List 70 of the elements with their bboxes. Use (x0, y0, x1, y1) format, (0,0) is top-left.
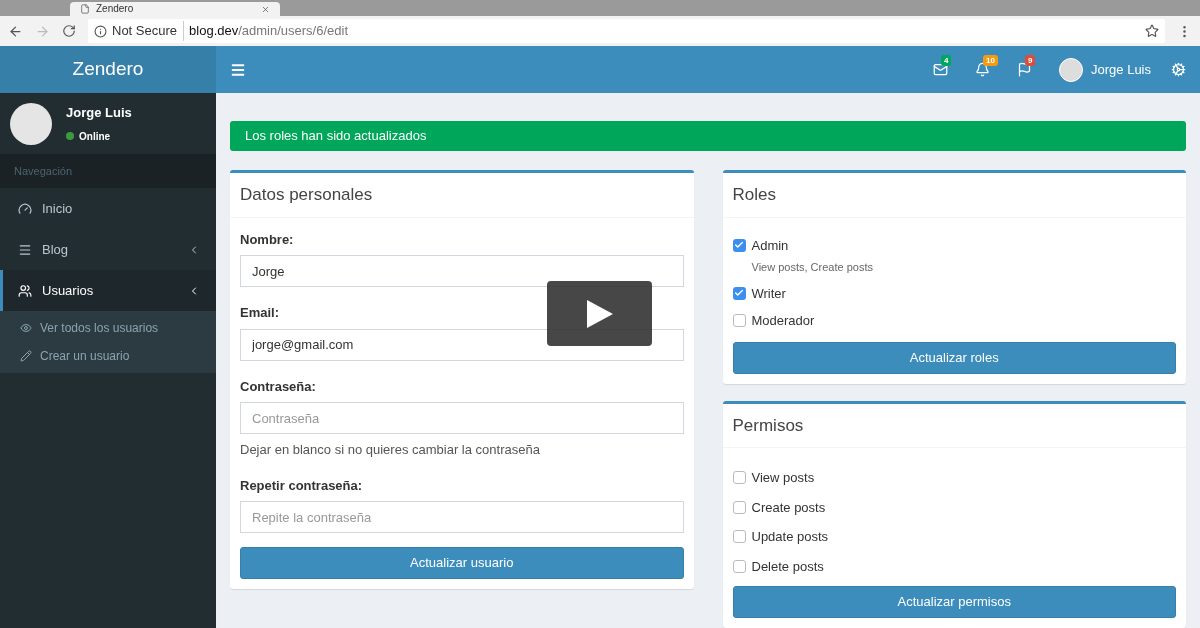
field-label: Repetir contraseña: (240, 476, 363, 495)
user-avatar (10, 102, 52, 145)
user-name[interactable]: Jorge Luis (1091, 59, 1151, 80)
security-label: Not Secure (112, 21, 185, 41)
checkbox[interactable] (732, 500, 746, 514)
brand-logo[interactable]: Zendero (72, 55, 144, 84)
panel-title: Roles (732, 185, 776, 204)
nav-item[interactable]: Blog (0, 229, 216, 270)
check-icon (734, 240, 744, 251)
count-badge: 9 (1025, 55, 1036, 66)
pencil-icon (20, 350, 32, 362)
nav-item[interactable]: Inicio (0, 188, 216, 229)
users-icon (18, 283, 32, 298)
reload-icon[interactable] (62, 24, 76, 38)
page-icon (80, 4, 90, 14)
panel-title: Datos personales (240, 185, 373, 204)
address-bar[interactable]: Not Secure blog.dev/admin/users/6/edit (88, 19, 1165, 43)
help-text: Dejar en blanco si no quieres cambiar la contraseña (240, 441, 541, 459)
section-title: Navegación (14, 163, 73, 179)
input-field[interactable]: Jorge (240, 255, 684, 287)
user-name: Jorge Luis (66, 104, 132, 123)
submenu-item[interactable]: Crear un usuario (0, 342, 216, 370)
checkbox-label: Update posts (751, 528, 829, 546)
checkbox-label: View posts (751, 469, 815, 487)
nav-item[interactable]: Usuarios (0, 270, 216, 311)
checkbox[interactable] (732, 238, 746, 252)
count-badge: 4 (941, 55, 952, 66)
alert-text: Los roles han sido actualizados (245, 127, 427, 146)
close-icon[interactable] (261, 4, 270, 14)
check-icon (734, 288, 744, 299)
bell-icon[interactable] (974, 62, 990, 77)
input-field[interactable]: jorge@gmail.com (240, 328, 684, 361)
update-roles-button[interactable]: Actualizar roles (732, 341, 1176, 374)
eye-icon (20, 322, 32, 334)
flag-icon[interactable] (1016, 62, 1032, 77)
back-icon[interactable] (8, 23, 23, 39)
list-icon (18, 242, 32, 257)
update-permissions-button[interactable]: Actualizar permisos (732, 586, 1176, 618)
checkbox-label: Moderador (751, 312, 815, 330)
checkbox-label: Delete posts (751, 557, 824, 576)
count-badge: 10 (983, 55, 998, 66)
checkbox[interactable] (732, 530, 746, 544)
input-field[interactable]: Repite la contraseña (240, 501, 684, 533)
role-permissions-text: View posts, Create posts (751, 260, 874, 275)
star-icon[interactable] (1145, 24, 1159, 38)
checkbox[interactable] (732, 471, 746, 485)
panel-title: Permisos (732, 415, 804, 435)
play-button[interactable] (547, 281, 652, 346)
status-text: Online (79, 129, 111, 144)
play-icon (584, 297, 615, 330)
url-text: blog.dev/admin/users/6/edit (189, 22, 350, 41)
gauge-icon (18, 201, 32, 216)
checkbox-label: Writer (751, 284, 786, 303)
menu-icon[interactable] (230, 61, 246, 78)
tab-title: Zendero (96, 4, 135, 14)
field-label: Contraseña: (240, 377, 316, 396)
user-avatar[interactable] (1059, 57, 1083, 82)
field-label: Email: (240, 304, 279, 322)
checkbox[interactable] (732, 559, 746, 573)
submenu-item[interactable]: Ver todos los usuarios (0, 314, 216, 342)
mail-icon[interactable] (932, 62, 948, 77)
checkbox-label: Create posts (751, 498, 826, 517)
checkbox[interactable] (732, 314, 746, 328)
input-field[interactable]: Contraseña (240, 402, 684, 434)
browser-tab[interactable]: Zendero (70, 2, 280, 16)
update-user-button[interactable]: Actualizar usuario (240, 547, 684, 579)
field-label: Nombre: (240, 230, 294, 249)
checkbox[interactable] (732, 286, 746, 300)
info-icon (94, 24, 107, 38)
checkbox-label: Admin (751, 236, 789, 255)
